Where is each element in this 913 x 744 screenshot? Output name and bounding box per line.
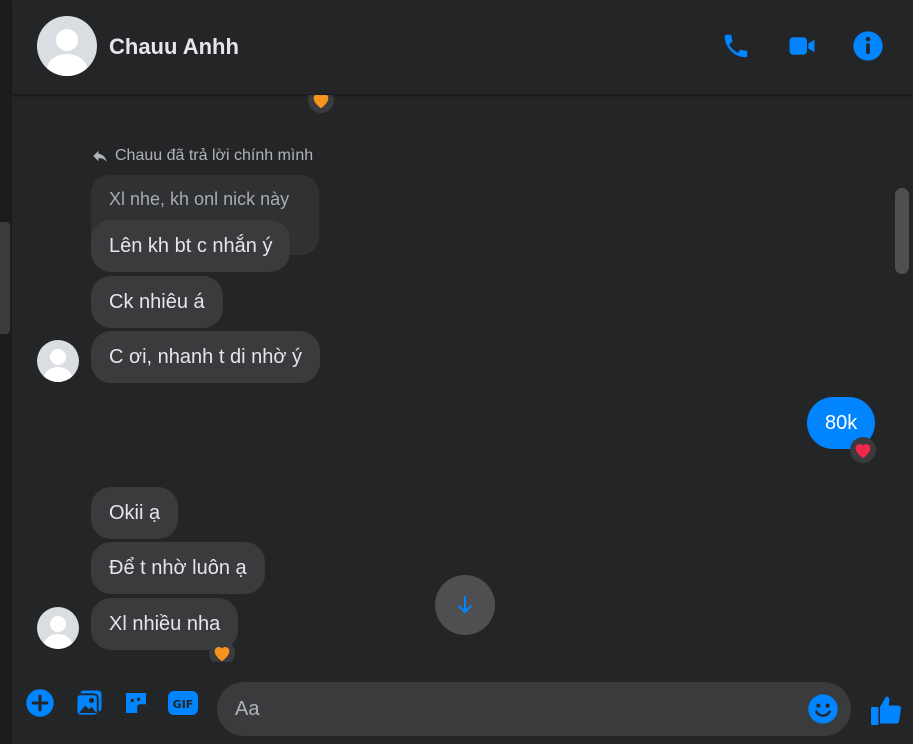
red-heart-reaction[interactable] bbox=[850, 437, 876, 463]
reply-arrow-icon bbox=[93, 150, 107, 162]
info-icon bbox=[853, 31, 883, 61]
gif-button[interactable]: GIF bbox=[166, 686, 200, 720]
svg-text:GIF: GIF bbox=[173, 698, 194, 711]
composer: GIF bbox=[12, 664, 913, 744]
chat-window: Chauu Anhh Chauu đã trả lời chính mình X… bbox=[12, 0, 913, 744]
plus-icon bbox=[26, 689, 54, 717]
message-list[interactable]: Chauu đã trả lời chính mình Xl nhe, kh o… bbox=[12, 95, 888, 662]
message-scrollbar[interactable] bbox=[895, 188, 909, 274]
orange-heart-icon bbox=[313, 95, 329, 109]
thumbs-up-icon[interactable] bbox=[868, 692, 904, 728]
orange-heart-reaction[interactable] bbox=[308, 95, 334, 113]
photo-icon bbox=[75, 690, 102, 717]
message-bubble[interactable]: Để t nhờ luôn ạ bbox=[91, 542, 265, 594]
left-scrollbar[interactable] bbox=[0, 222, 10, 334]
red-heart-icon bbox=[855, 444, 871, 459]
sender-avatar[interactable] bbox=[37, 340, 79, 382]
message-bubble[interactable]: Ck nhiêu á bbox=[91, 276, 223, 328]
contact-name[interactable]: Chauu Anhh bbox=[109, 34, 239, 60]
gif-icon: GIF bbox=[168, 691, 198, 715]
message-bubble[interactable]: Okii ạ bbox=[91, 487, 179, 539]
sticker-icon bbox=[126, 693, 146, 713]
left-edge-panel bbox=[0, 0, 12, 744]
attach-photo-button[interactable] bbox=[72, 686, 106, 720]
reply-label: Chauu đã trả lời chính mình bbox=[91, 147, 313, 165]
sender-avatar[interactable] bbox=[37, 607, 79, 649]
message-bubble[interactable]: Lên kh bt c nhắn ý bbox=[91, 220, 291, 272]
chat-header: Chauu Anhh bbox=[12, 0, 913, 95]
conversation-info-button[interactable] bbox=[850, 28, 886, 64]
phone-icon bbox=[724, 34, 748, 58]
arrow-down-icon bbox=[458, 596, 472, 614]
more-actions-button[interactable] bbox=[23, 686, 57, 720]
video-call-button[interactable] bbox=[784, 28, 820, 64]
scroll-to-bottom-button[interactable] bbox=[435, 575, 495, 635]
sticker-button[interactable] bbox=[119, 686, 153, 720]
orange-heart-icon bbox=[214, 647, 230, 662]
orange-heart-reaction[interactable] bbox=[209, 640, 235, 662]
emoji-icon[interactable] bbox=[807, 693, 839, 725]
call-button[interactable] bbox=[718, 28, 754, 64]
video-camera-icon bbox=[789, 37, 815, 55]
contact-avatar[interactable] bbox=[37, 16, 97, 76]
message-input[interactable] bbox=[217, 682, 851, 736]
message-bubble[interactable]: C ơi, nhanh t di nhờ ý bbox=[91, 331, 320, 383]
